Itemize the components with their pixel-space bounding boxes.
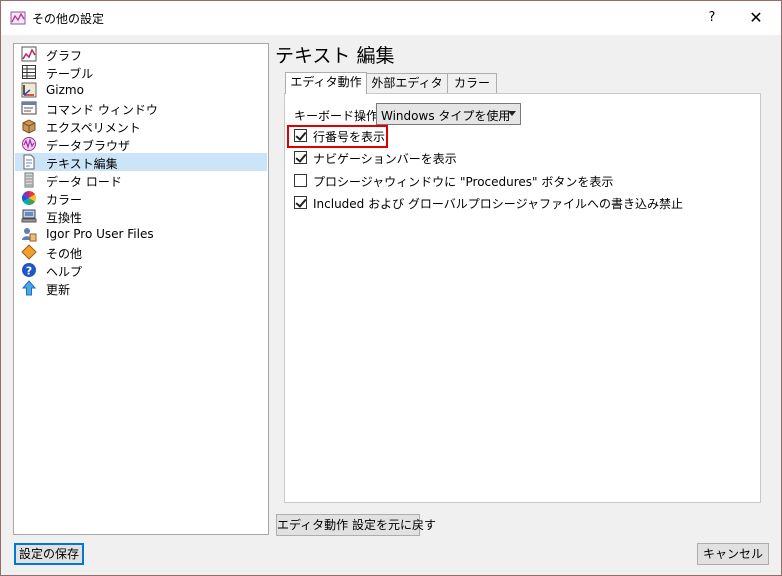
checkmark-icon: [295, 151, 307, 163]
compatibility-icon: [21, 209, 37, 223]
sidebar-item-label: テーブル: [46, 67, 94, 81]
sidebar-item-update[interactable]: 更新: [15, 279, 267, 297]
sidebar-item-label: テキスト編集: [46, 157, 118, 171]
sidebar-item-label: ヘルプ: [46, 265, 83, 279]
svg-text:?: ?: [26, 265, 32, 278]
sidebar-item-label: 互換性: [46, 211, 83, 225]
sidebar-item-label: Igor Pro User Files: [46, 227, 154, 241]
checkbox-box[interactable]: [294, 174, 307, 187]
data-browser-icon: [22, 137, 36, 151]
sidebar-item-graph[interactable]: グラフ: [15, 45, 267, 63]
sidebar-item-igor-pro-user-files[interactable]: Igor Pro User Files: [15, 225, 267, 243]
sidebar-item-command-window[interactable]: コマンド ウィンドウ: [15, 99, 267, 117]
help-icon: ?: [22, 263, 36, 278]
graph-icon: [21, 46, 37, 62]
checkbox-box[interactable]: [294, 196, 307, 209]
tab-external-editor[interactable]: 外部エディタ: [366, 73, 448, 93]
sidebar-item-label: データ ロード: [46, 175, 122, 189]
checkbox-label: Included および グローバルプロシージャファイルへの書き込み禁止: [313, 197, 683, 211]
sidebar-item-data-browser[interactable]: データブラウザ: [15, 135, 267, 153]
user-files-icon: [22, 228, 37, 242]
tab-editor-behavior[interactable]: エディタ動作: [285, 72, 367, 94]
color-wheel-icon: [22, 191, 36, 205]
sidebar-item-gizmo[interactable]: Gizmo: [15, 81, 267, 99]
title-bar: その他の設定 ? ✕: [1, 1, 781, 35]
sidebar-item-label: コマンド ウィンドウ: [46, 103, 158, 117]
sidebar-item-compatibility[interactable]: 互換性: [15, 207, 267, 225]
checkbox-label: ナビゲーションバーを表示: [313, 152, 457, 166]
tab-panel: キーボード操作: Windows タイプを使用 行番号を表示 ナビゲーションバー…: [284, 93, 761, 503]
command-window-icon: [21, 101, 37, 115]
sidebar-item-label: データブラウザ: [46, 139, 131, 153]
cancel-button[interactable]: キャンセル: [697, 543, 769, 565]
sidebar-item-label: Gizmo: [46, 83, 84, 97]
text-edit-icon: [23, 154, 35, 170]
sidebar-item-label: その他: [46, 247, 83, 261]
reset-editor-settings-button[interactable]: エディタ動作 設定を元に戻す: [276, 514, 436, 536]
sidebar-item-text-edit[interactable]: テキスト編集: [15, 153, 267, 171]
preferences-dialog: その他の設定 ? ✕ グラフ テーブル Gizmo コマンド ウィンドウ エクス…: [0, 0, 782, 576]
sidebar-item-label: グラフ: [46, 49, 83, 63]
sidebar-item-misc[interactable]: その他: [15, 243, 267, 261]
sidebar-item-experiment[interactable]: エクスペリメント: [15, 117, 267, 135]
sidebar-item-data-load[interactable]: データ ロード: [15, 171, 267, 189]
checkbox-label: プロシージャウィンドウに "Procedures" ボタンを表示: [313, 175, 614, 189]
keyboard-mode-value: Windows タイプを使用: [381, 109, 511, 123]
sidebar-item-label: エクスペリメント: [46, 121, 141, 135]
keyboard-mode-label: キーボード操作:: [294, 109, 383, 123]
sidebar-item-help[interactable]: ? ヘルプ: [15, 261, 267, 279]
close-button[interactable]: ✕: [739, 5, 773, 31]
window-title: その他の設定: [32, 12, 105, 26]
help-button[interactable]: ?: [697, 5, 727, 31]
app-icon: [10, 11, 26, 25]
sidebar-item-table[interactable]: テーブル: [15, 63, 267, 81]
chevron-down-icon: [508, 111, 516, 116]
experiment-icon: [22, 119, 36, 134]
checkmark-icon: [295, 196, 307, 208]
tab-color[interactable]: カラー: [447, 73, 497, 93]
sidebar-item-color[interactable]: カラー: [15, 189, 267, 207]
keyboard-mode-select[interactable]: Windows タイプを使用: [376, 103, 521, 125]
category-list[interactable]: グラフ テーブル Gizmo コマンド ウィンドウ エクスペリメント データブラ…: [13, 43, 269, 535]
misc-icon: [21, 244, 37, 260]
data-load-icon: [24, 172, 34, 188]
sidebar-item-label: 更新: [46, 283, 71, 297]
gizmo-icon: [21, 82, 37, 98]
table-icon: [22, 65, 36, 79]
highlight-box: [287, 125, 388, 148]
save-settings-button[interactable]: 設定の保存: [14, 543, 84, 565]
update-icon: [21, 280, 37, 296]
page-title: テキスト 編集: [275, 45, 395, 67]
checkbox-box[interactable]: [294, 151, 307, 164]
sidebar-item-label: カラー: [46, 193, 83, 207]
